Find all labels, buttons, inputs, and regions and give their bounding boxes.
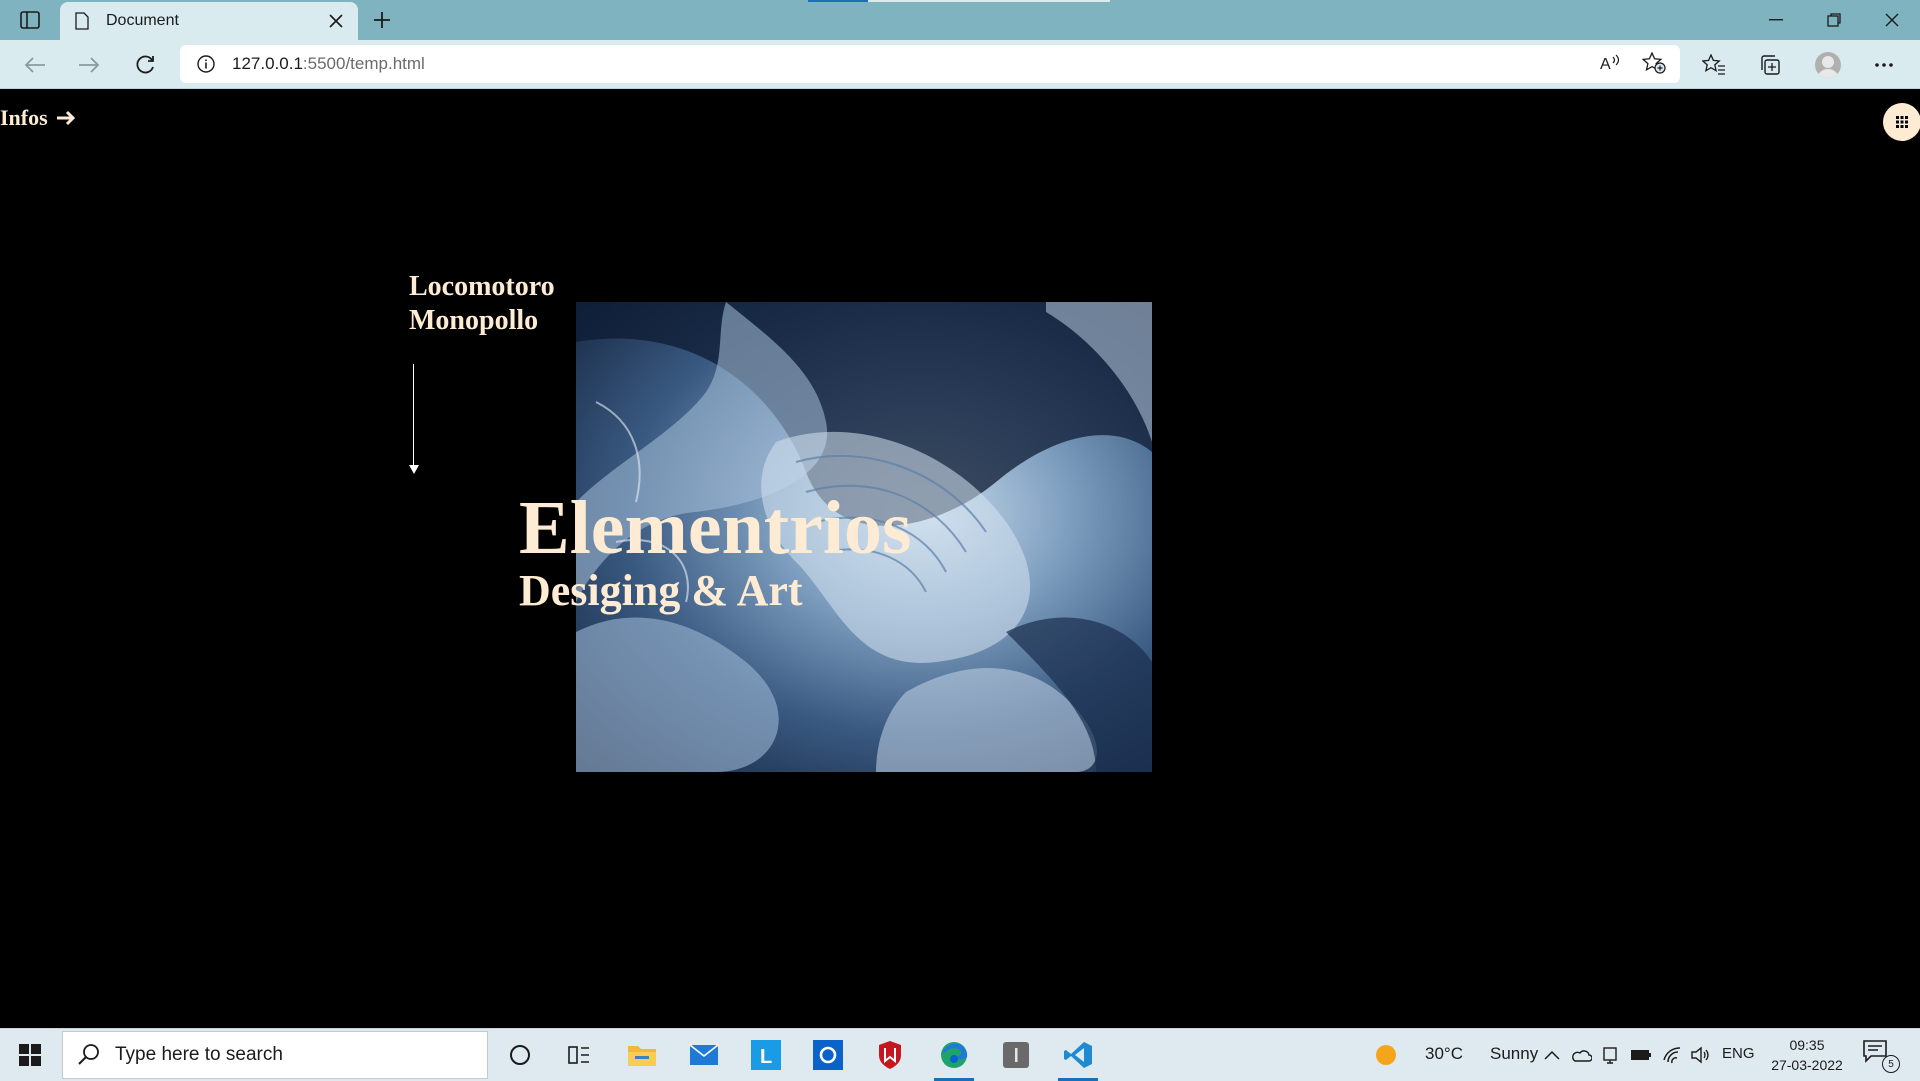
page-viewport: Infos Locomotoro Monopollo Elementrios D… bbox=[0, 89, 1920, 1028]
scroll-indicator-line bbox=[413, 364, 414, 468]
read-aloud-icon[interactable]: A bbox=[1596, 49, 1624, 77]
show-hidden-icons-chevron-icon[interactable] bbox=[1538, 1029, 1566, 1081]
battery-icon[interactable] bbox=[1626, 1029, 1656, 1081]
close-window-icon[interactable] bbox=[1864, 0, 1920, 40]
new-tab-icon[interactable] bbox=[368, 6, 396, 34]
volume-icon[interactable] bbox=[1686, 1029, 1714, 1081]
browser-tab-active[interactable]: Document bbox=[60, 2, 358, 40]
infos-link[interactable]: Infos bbox=[0, 105, 76, 131]
device-icon[interactable] bbox=[1596, 1029, 1624, 1081]
back-icon[interactable] bbox=[18, 48, 52, 82]
url-host: 127.0.0.1 bbox=[232, 54, 303, 73]
browser-toolbar: 127.0.0.1:5500/temp.html A bbox=[0, 40, 1920, 89]
clock-date: 27-03-2022 bbox=[1771, 1057, 1843, 1073]
mcafee-shield-icon[interactable] bbox=[862, 1029, 918, 1081]
favorites-icon[interactable] bbox=[1698, 49, 1730, 81]
refresh-icon[interactable] bbox=[128, 48, 162, 82]
search-icon bbox=[78, 1044, 99, 1065]
site-info-icon[interactable] bbox=[196, 54, 216, 74]
more-menu-icon[interactable] bbox=[1868, 49, 1900, 81]
weather-temperature[interactable]: 30°C bbox=[1425, 1044, 1463, 1064]
address-bar[interactable]: 127.0.0.1:5500/temp.html bbox=[180, 45, 1680, 83]
apps-grid-icon[interactable] bbox=[1883, 103, 1920, 141]
windows-taskbar: Type here to search L 30°C Sunny ENG 09:… bbox=[0, 1028, 1920, 1081]
page-load-progress bbox=[808, 0, 1110, 2]
taskbar-search-input[interactable]: Type here to search bbox=[62, 1031, 488, 1079]
close-tab-icon[interactable] bbox=[326, 11, 346, 31]
forward-icon[interactable] bbox=[72, 48, 106, 82]
hero-title: Elementrios bbox=[519, 486, 912, 570]
search-placeholder: Type here to search bbox=[115, 1044, 283, 1065]
url-text[interactable]: 127.0.0.1:5500/temp.html bbox=[232, 54, 425, 74]
svg-text:L: L bbox=[760, 1046, 772, 1068]
weather-sun-icon[interactable] bbox=[1372, 1029, 1400, 1081]
start-windows-icon[interactable] bbox=[0, 1029, 60, 1081]
onedrive-cloud-icon[interactable] bbox=[1566, 1029, 1596, 1081]
brand-line-1: Locomotoro bbox=[409, 271, 555, 302]
weather-description[interactable]: Sunny bbox=[1490, 1044, 1538, 1064]
edge-browser-icon[interactable] bbox=[926, 1029, 982, 1081]
brand-line-2: Monopollo bbox=[409, 305, 539, 336]
wifi-icon[interactable] bbox=[1658, 1029, 1688, 1081]
mail-icon[interactable] bbox=[676, 1029, 732, 1081]
browser-titlebar: Document bbox=[0, 0, 1920, 40]
infos-label: Infos bbox=[0, 105, 48, 130]
outlook-icon[interactable] bbox=[800, 1029, 856, 1081]
clock-time: 09:35 bbox=[1789, 1037, 1825, 1053]
system-clock[interactable]: 09:35 27-03-2022 bbox=[1760, 1035, 1854, 1075]
minimize-icon[interactable] bbox=[1748, 0, 1804, 40]
vscode-icon[interactable] bbox=[1050, 1029, 1106, 1081]
file-explorer-icon[interactable] bbox=[614, 1029, 670, 1081]
cortana-icon[interactable] bbox=[492, 1029, 548, 1081]
restore-icon[interactable] bbox=[1806, 0, 1862, 40]
app-l-icon[interactable]: L bbox=[738, 1029, 794, 1081]
collections-icon[interactable] bbox=[1754, 49, 1786, 81]
add-favorite-icon[interactable] bbox=[1640, 49, 1668, 77]
task-view-icon[interactable] bbox=[552, 1029, 608, 1081]
url-path: :5500/temp.html bbox=[302, 54, 425, 73]
profile-avatar[interactable] bbox=[1812, 49, 1844, 81]
scroll-down-arrow-icon bbox=[409, 465, 419, 474]
app-generic-icon[interactable] bbox=[988, 1029, 1044, 1081]
tab-title: Document bbox=[106, 12, 179, 29]
brand-name: Locomotoro Monopollo bbox=[409, 270, 555, 338]
action-center-icon[interactable]: 5 bbox=[1862, 1039, 1900, 1073]
tab-actions-icon[interactable] bbox=[14, 8, 46, 32]
notification-count-badge: 5 bbox=[1882, 1055, 1900, 1073]
page-icon bbox=[75, 12, 89, 30]
svg-text:A: A bbox=[1600, 56, 1611, 73]
arrow-right-icon bbox=[56, 110, 75, 126]
input-language[interactable]: ENG bbox=[1722, 1045, 1755, 1062]
hero-subtitle: Desiging & Art bbox=[519, 566, 803, 615]
